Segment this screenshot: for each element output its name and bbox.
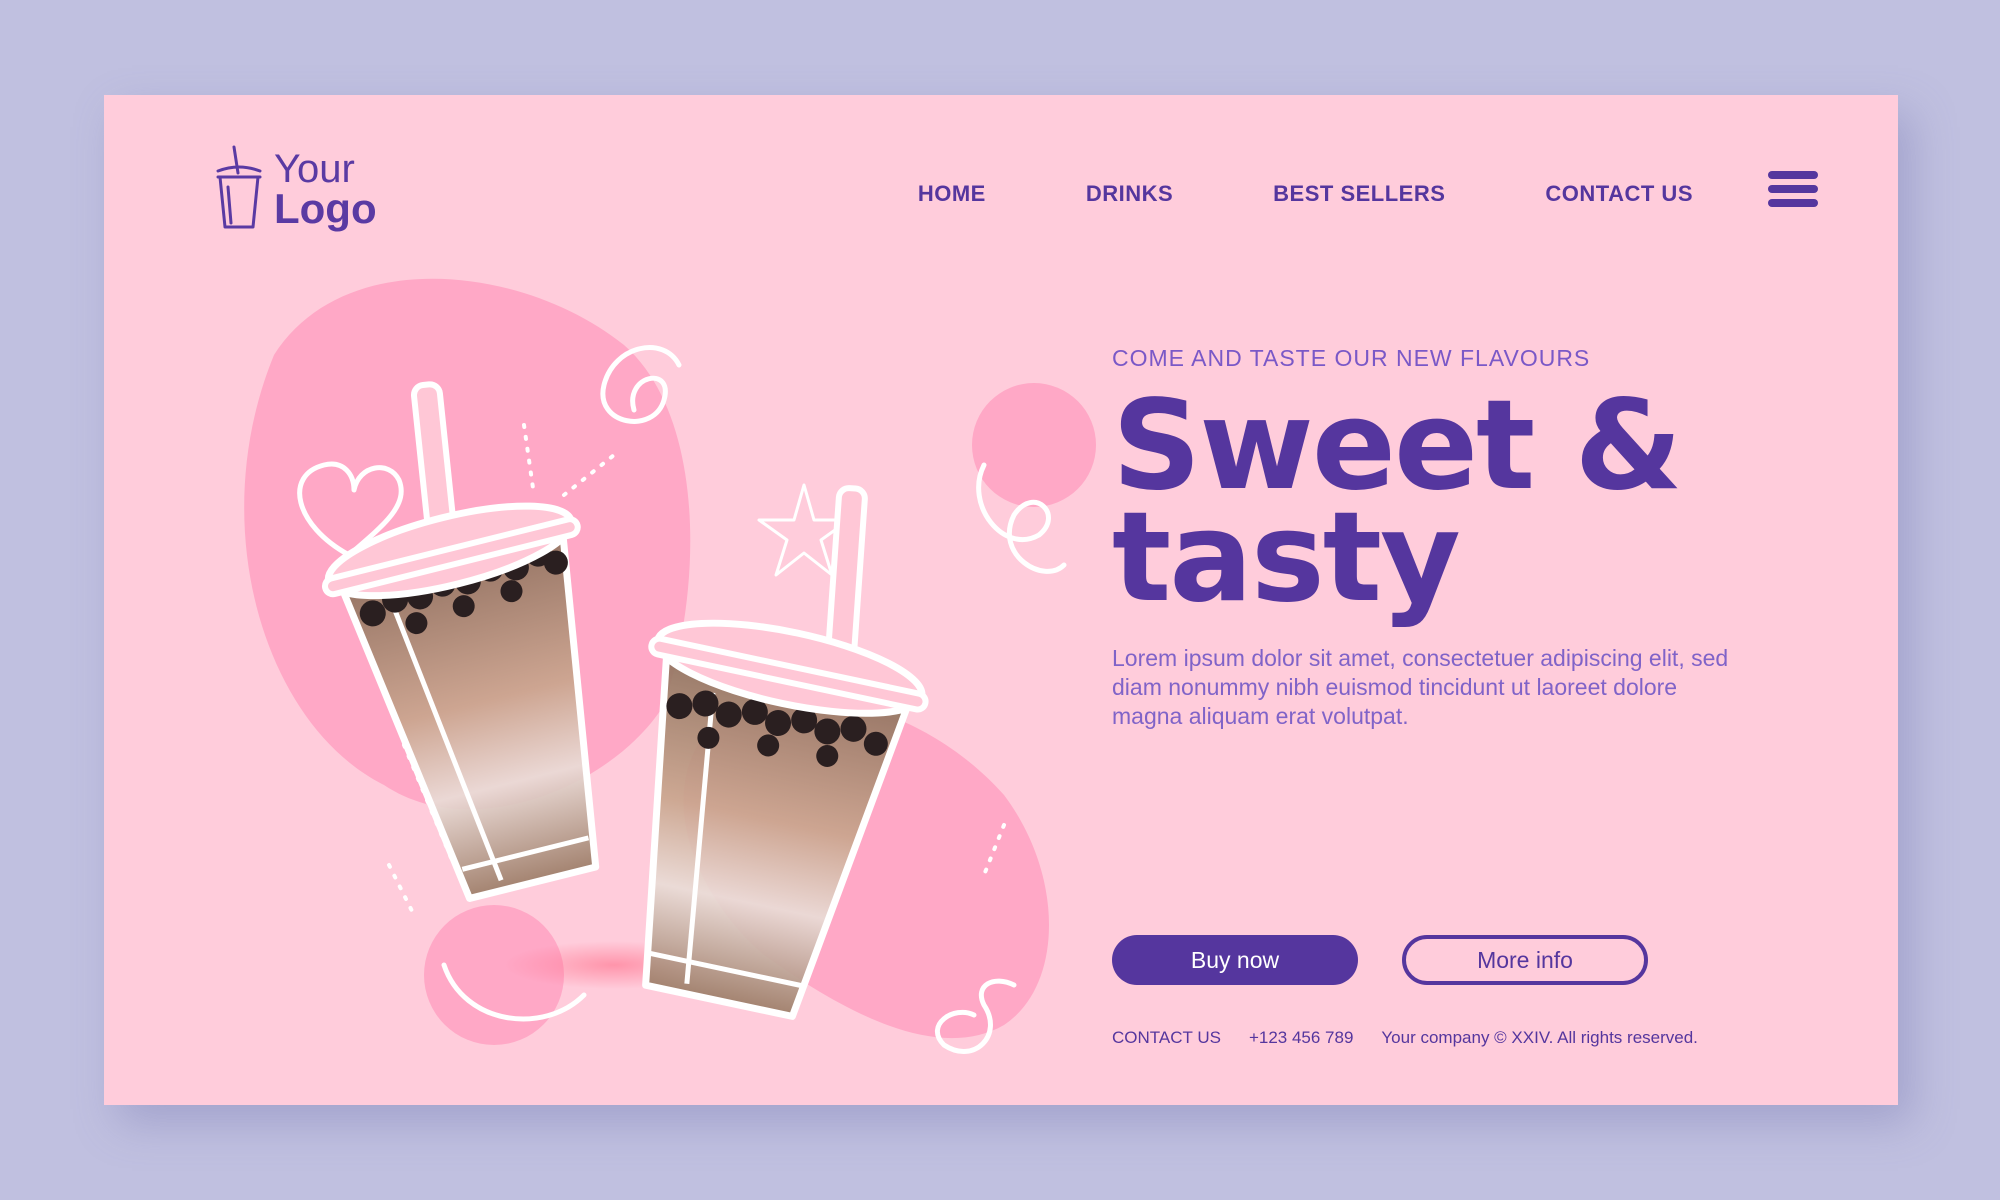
footer-copyright: Your company © XXIV. All rights reserved…	[1381, 1028, 1698, 1047]
nav-contact-us[interactable]: CONTACT US	[1545, 181, 1693, 207]
hamburger-menu-icon[interactable]	[1768, 171, 1818, 215]
more-info-button[interactable]: More info	[1402, 935, 1648, 985]
main-nav: HOME DRINKS BEST SELLERS CONTACT US	[918, 181, 1693, 207]
footer: CONTACT US +123 456 789 Your company © X…	[1112, 1028, 1698, 1048]
nav-best-sellers[interactable]: BEST SELLERS	[1273, 181, 1445, 207]
hero-tagline: COME AND TASTE OUR NEW FLAVOURS	[1112, 345, 1591, 371]
boba-illustration	[244, 278, 1096, 1054]
headline-line-2: tasty	[1112, 486, 1461, 630]
hero-headline: Sweet & tasty	[1112, 384, 1792, 630]
landing-card: Your Logo HOME DRINKS BEST SELLERS CONTA…	[104, 95, 1898, 1105]
buy-now-button[interactable]: Buy now	[1112, 935, 1358, 985]
logo[interactable]: Your Logo	[214, 143, 414, 233]
boba-cup-icon	[216, 145, 262, 229]
nav-drinks[interactable]: DRINKS	[1086, 181, 1173, 207]
hero-description: Lorem ipsum dolor sit amet, consectetuer…	[1112, 645, 1729, 729]
logo-text-line1: Your	[274, 147, 355, 191]
pink-blob-top	[972, 383, 1096, 507]
footer-phone[interactable]: +123 456 789	[1249, 1028, 1353, 1048]
hero-content: COME AND TASTE OUR NEW FLAVOURS Sweet & …	[1112, 345, 1792, 985]
nav-home[interactable]: HOME	[918, 181, 986, 207]
logo-text-line2: Logo	[274, 185, 377, 232]
hero-buttons: Buy now More info	[1112, 935, 1648, 985]
footer-contact-label[interactable]: CONTACT US	[1112, 1028, 1221, 1048]
